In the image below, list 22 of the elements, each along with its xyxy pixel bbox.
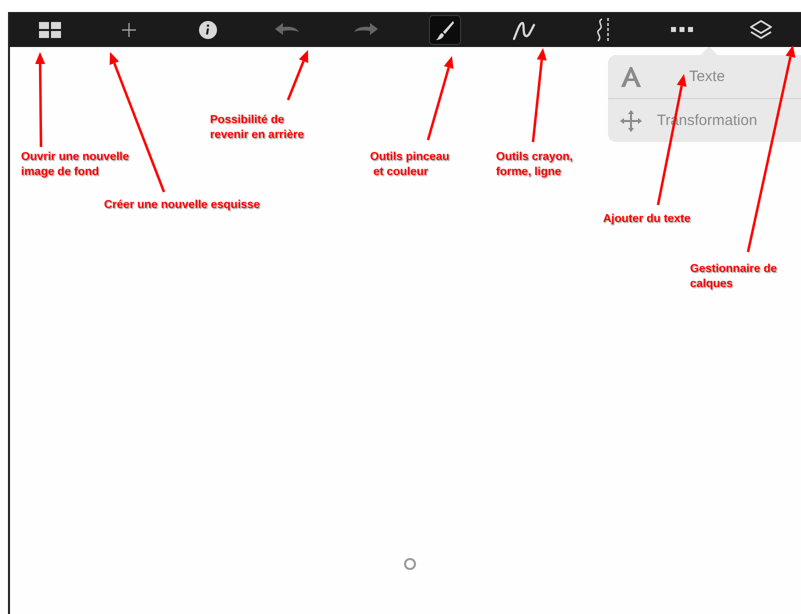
annotation-label: Ajouter du texte <box>603 212 691 227</box>
letter-a-icon <box>620 66 642 88</box>
annotation-label: Gestionnaire de calques <box>690 262 777 292</box>
redo-icon <box>354 23 378 37</box>
arrow <box>286 50 308 100</box>
annotation-label: Outils pinceau et couleur <box>370 150 450 180</box>
menu-item[interactable]: Texte <box>642 68 796 85</box>
ruler-curve-icon <box>596 18 610 42</box>
undo-icon <box>274 23 299 37</box>
plus-icon <box>122 23 136 37</box>
cursor-ring-icon <box>404 558 416 570</box>
grid-icon <box>38 22 61 38</box>
move-arrows-icon <box>620 110 642 132</box>
annotation-label: Possibilité de revenir en arrière <box>210 113 304 143</box>
more-icon <box>671 27 694 33</box>
annotation-label: Créer une nouvelle esquisse <box>104 198 260 213</box>
layers-icon <box>750 20 772 40</box>
pen-stroke-icon <box>513 20 536 40</box>
annotation-label: Ouvrir une nouvelle image de fond <box>21 150 129 180</box>
info-icon <box>198 21 217 39</box>
annotation-label: Outils crayon, forme, ligne <box>496 150 573 180</box>
brush-icon <box>436 20 454 40</box>
